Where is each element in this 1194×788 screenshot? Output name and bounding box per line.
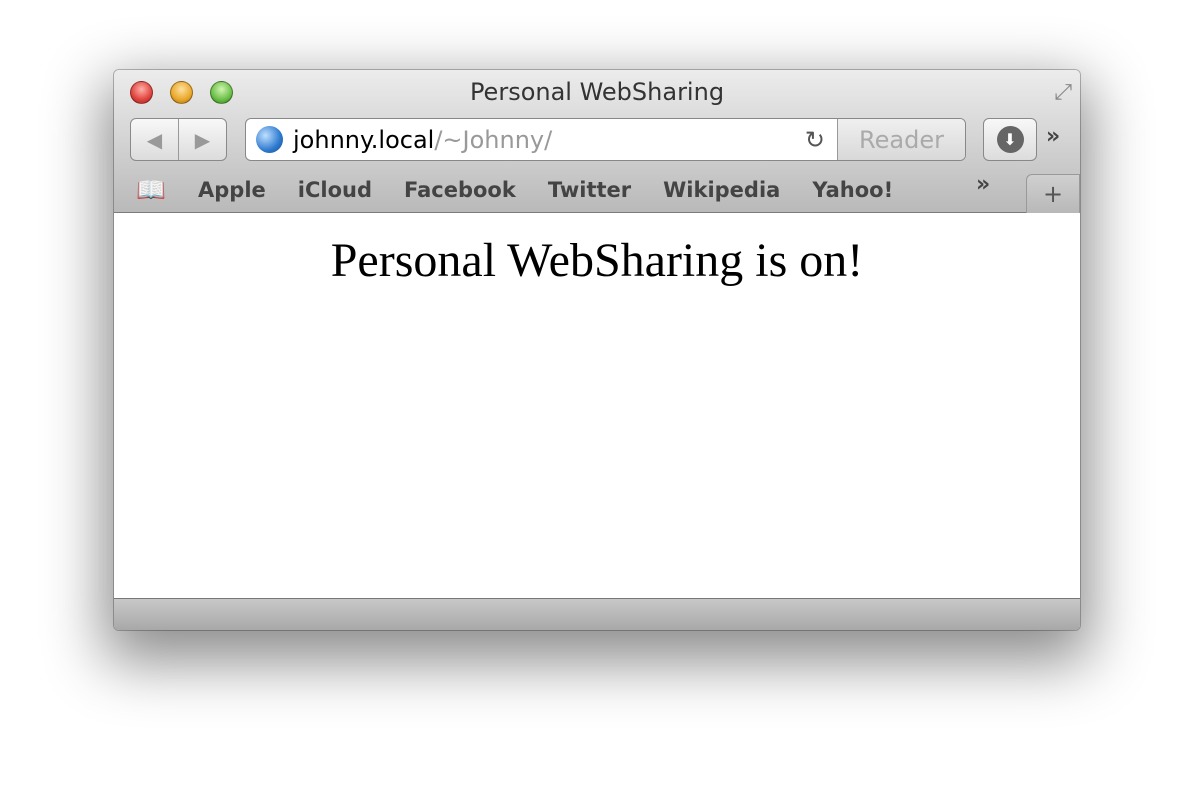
bookmark-item[interactable]: Yahoo! bbox=[812, 178, 893, 202]
reload-icon[interactable]: ↻ bbox=[805, 126, 825, 154]
browser-window: Personal WebSharing ⤢ ◀ ▶ johnny.local/~… bbox=[114, 70, 1080, 630]
page-content: Personal WebSharing is on! bbox=[114, 213, 1080, 598]
back-icon[interactable]: ◀ bbox=[131, 119, 179, 160]
bookmark-item[interactable]: Twitter bbox=[548, 178, 631, 202]
bookmark-item[interactable]: Wikipedia bbox=[663, 178, 780, 202]
status-bar bbox=[114, 598, 1080, 630]
page-heading: Personal WebSharing is on! bbox=[330, 234, 864, 287]
globe-icon bbox=[256, 126, 283, 153]
url-host: johnny.local bbox=[293, 125, 435, 154]
bookmarks-overflow-icon[interactable]: » bbox=[976, 172, 990, 197]
new-tab-button[interactable]: + bbox=[1026, 174, 1080, 213]
bookmarks-bar: 📖 Apple iCloud Facebook Twitter Wikipedi… bbox=[114, 168, 1080, 212]
url-text[interactable]: johnny.local/~Johnny/ bbox=[293, 126, 805, 154]
toolbar-area: Personal WebSharing ⤢ ◀ ▶ johnny.local/~… bbox=[114, 70, 1080, 213]
bookmark-item[interactable]: Facebook bbox=[404, 178, 516, 202]
bookmark-item[interactable]: iCloud bbox=[298, 178, 372, 202]
address-bar[interactable]: johnny.local/~Johnny/ ↻ Reader bbox=[245, 118, 966, 161]
bookmark-item[interactable]: Apple bbox=[198, 178, 266, 202]
forward-icon[interactable]: ▶ bbox=[179, 119, 226, 160]
bookmarks-book-icon[interactable]: 📖 bbox=[136, 176, 198, 204]
download-icon: ⬇ bbox=[996, 126, 1024, 153]
downloads-button[interactable]: ⬇ bbox=[983, 118, 1037, 161]
fullscreen-icon[interactable]: ⤢ bbox=[1054, 80, 1072, 105]
toolbar-overflow-icon[interactable]: » bbox=[1046, 124, 1060, 149]
window-title: Personal WebSharing bbox=[469, 78, 725, 106]
back-forward-buttons: ◀ ▶ bbox=[130, 118, 227, 161]
reader-button[interactable]: Reader bbox=[837, 119, 965, 160]
url-path: /~Johnny/ bbox=[434, 125, 553, 154]
